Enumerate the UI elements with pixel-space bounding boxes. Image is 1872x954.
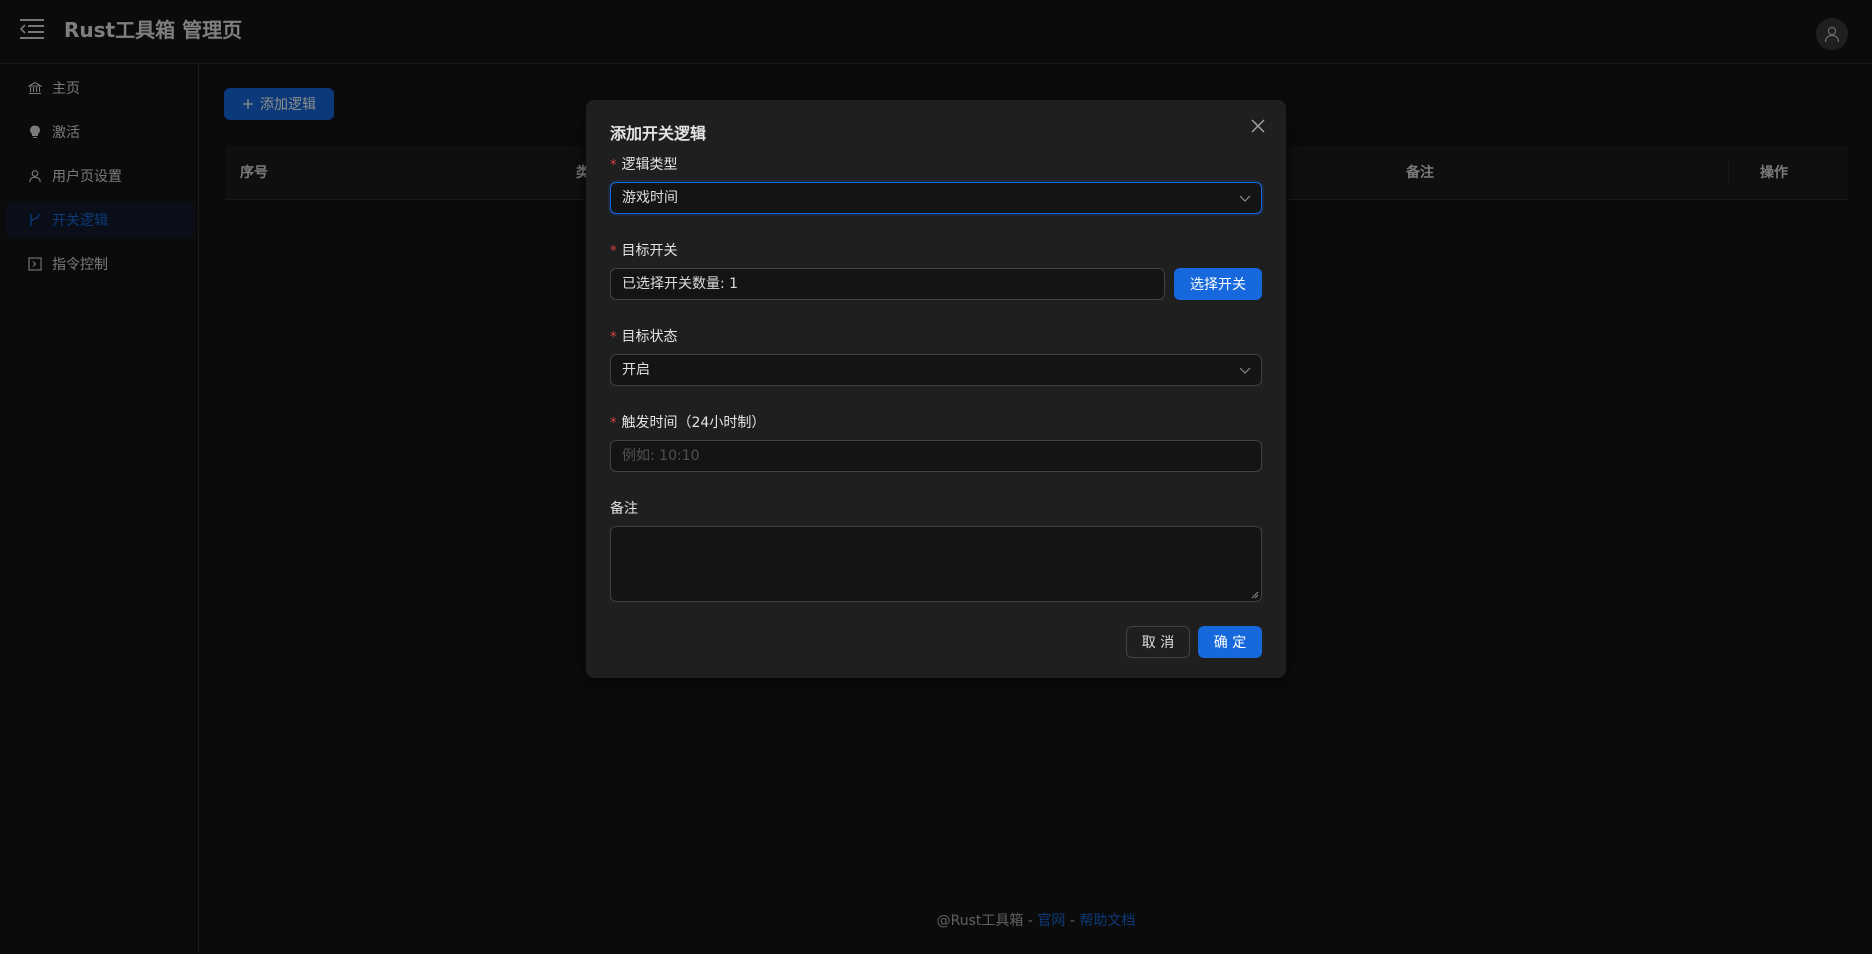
target-switch-input[interactable]: 已选择开关数量: 1 — [610, 268, 1165, 300]
select-switch-label: 选择开关 — [1190, 277, 1246, 293]
resize-handle-icon[interactable] — [1251, 591, 1259, 599]
target-switch-value: 已选择开关数量: 1 — [622, 276, 739, 292]
chevron-down-icon — [1239, 195, 1251, 202]
chevron-down-icon — [1239, 367, 1251, 374]
required-mark: * — [610, 244, 617, 259]
trigger-time-label: * 触发时间（24小时制） — [610, 412, 765, 432]
logic-type-label: * 逻辑类型 — [610, 154, 678, 174]
cancel-button[interactable]: 取 消 — [1126, 626, 1190, 658]
remark-label: 备注 — [610, 501, 638, 517]
target-state-label: * 目标状态 — [610, 326, 678, 346]
required-mark: * — [610, 158, 617, 173]
required-mark: * — [610, 416, 617, 431]
select-switch-button[interactable]: 选择开关 — [1174, 268, 1262, 300]
add-switch-logic-modal: 添加开关逻辑 * 逻辑类型 游戏时间 * 目标开关 已选择开关数量: 1 选择开关 … — [586, 100, 1286, 678]
confirm-button[interactable]: 确 定 — [1198, 626, 1262, 658]
target-state-value: 开启 — [622, 362, 650, 378]
cancel-label: 取 消 — [1141, 635, 1175, 651]
trigger-time-input[interactable]: 例如: 10:10 — [610, 440, 1262, 472]
trigger-time-placeholder: 例如: 10:10 — [622, 448, 700, 464]
confirm-label: 确 定 — [1213, 635, 1247, 651]
target-state-label-text: 目标状态 — [621, 329, 678, 345]
remark-textarea[interactable] — [610, 526, 1262, 602]
logic-type-select[interactable]: 游戏时间 — [610, 182, 1262, 214]
logic-type-label-text: 逻辑类型 — [621, 157, 678, 173]
target-switch-label-text: 目标开关 — [621, 243, 678, 259]
logic-type-value: 游戏时间 — [622, 190, 678, 206]
target-switch-label: * 目标开关 — [610, 240, 678, 260]
modal-title: 添加开关逻辑 — [610, 124, 707, 143]
required-mark: * — [610, 330, 617, 345]
close-icon[interactable] — [1246, 114, 1270, 138]
trigger-time-label-text: 触发时间（24小时制） — [621, 415, 766, 431]
target-state-select[interactable]: 开启 — [610, 354, 1262, 386]
